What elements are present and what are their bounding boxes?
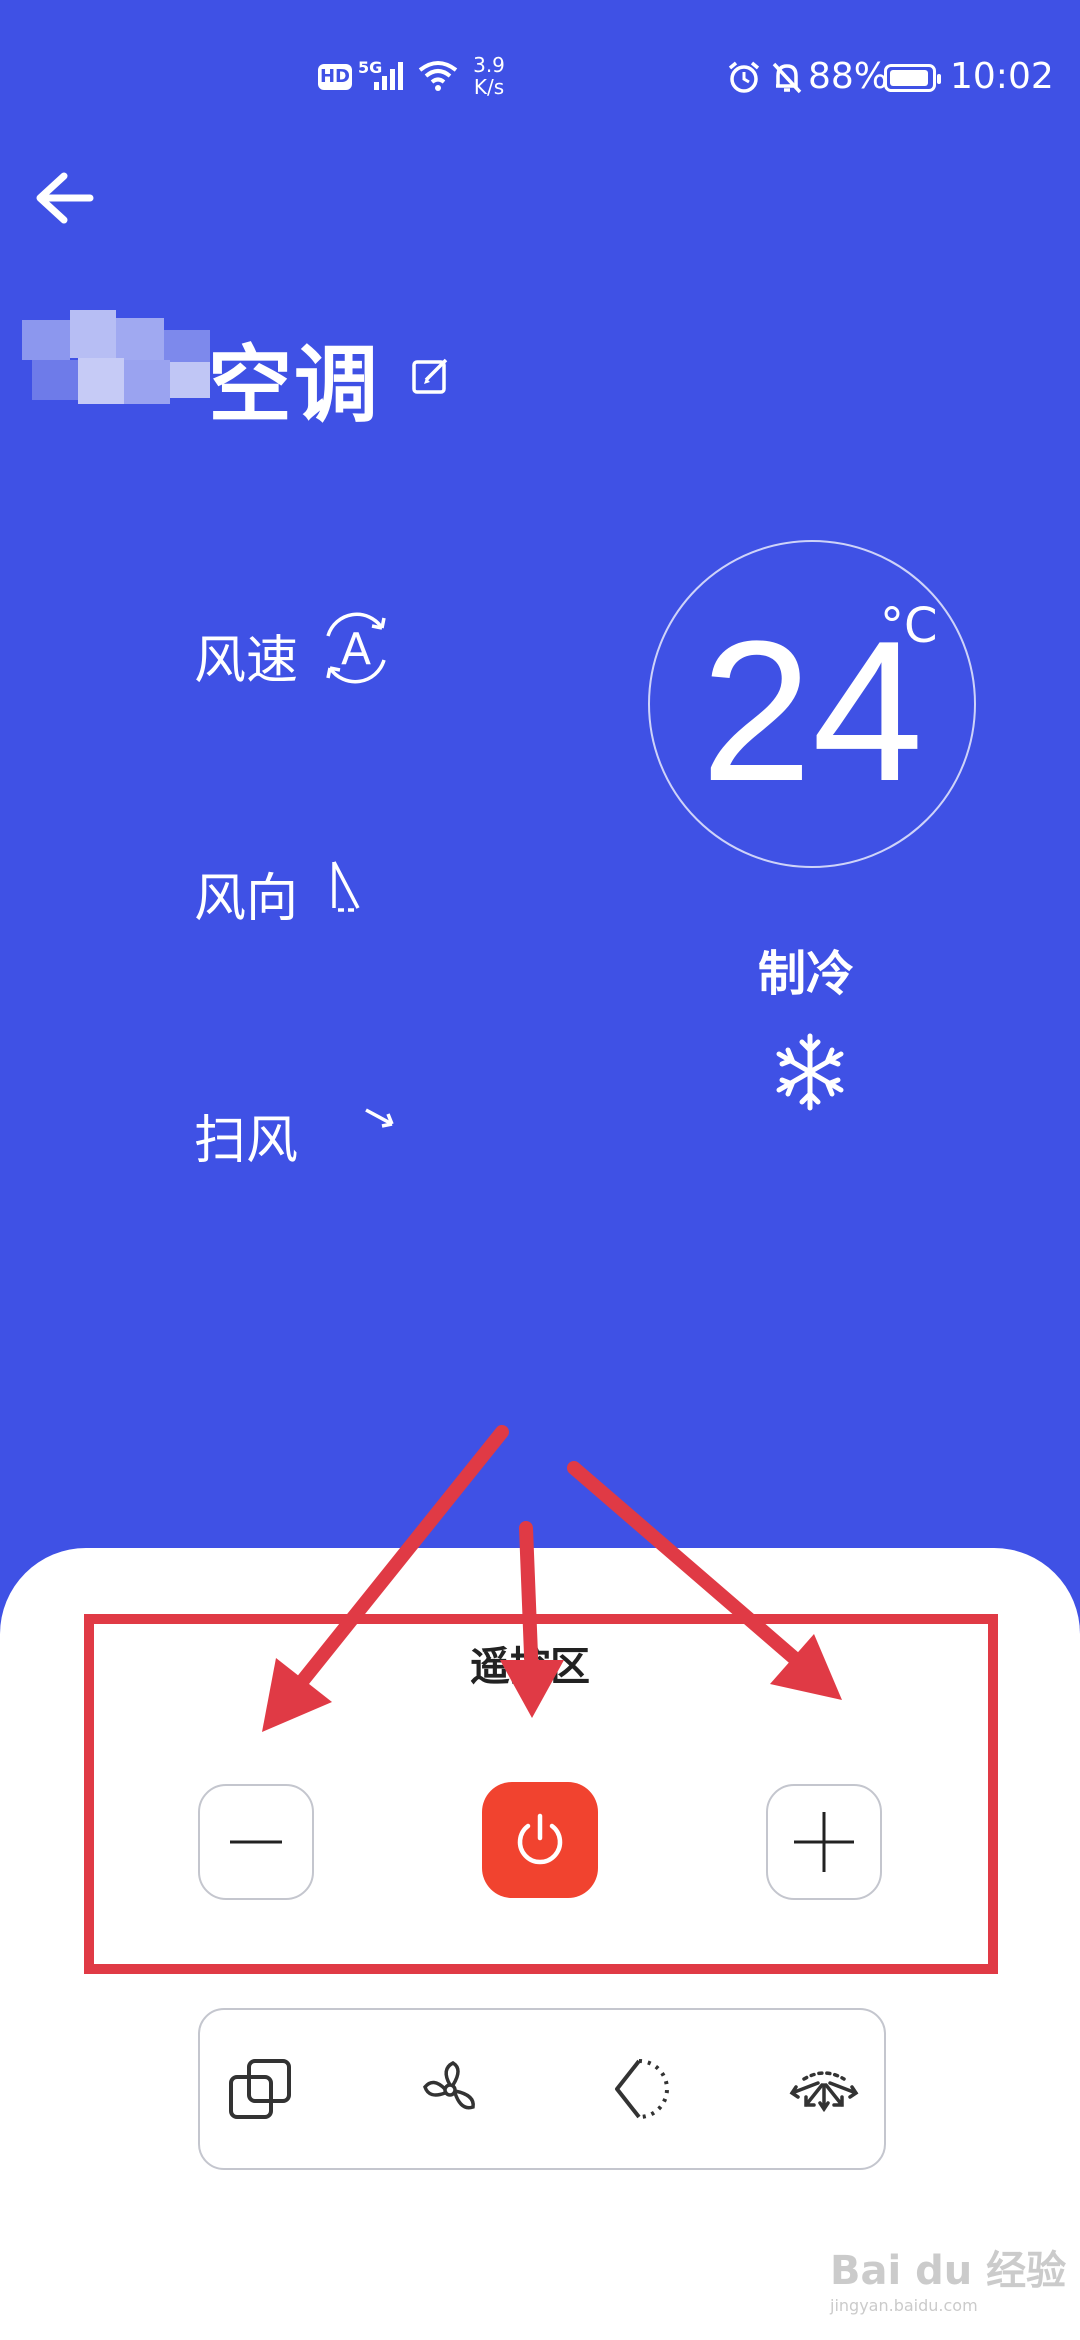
watermark: Bai du 经验 jingyan.baidu.com [830,2248,1067,2315]
function-button-sweep[interactable] [784,2050,864,2130]
sweep-icon [789,2071,859,2113]
copy-mode-icon [229,2059,291,2119]
function-bar [198,2008,886,2170]
function-button-angle[interactable] [602,2050,682,2130]
function-button-fan[interactable] [410,2050,490,2130]
fan-icon [423,2061,475,2110]
angle-icon [615,2059,669,2119]
function-button-copy[interactable] [220,2050,300,2130]
annotation-arrows [262,1425,842,1732]
